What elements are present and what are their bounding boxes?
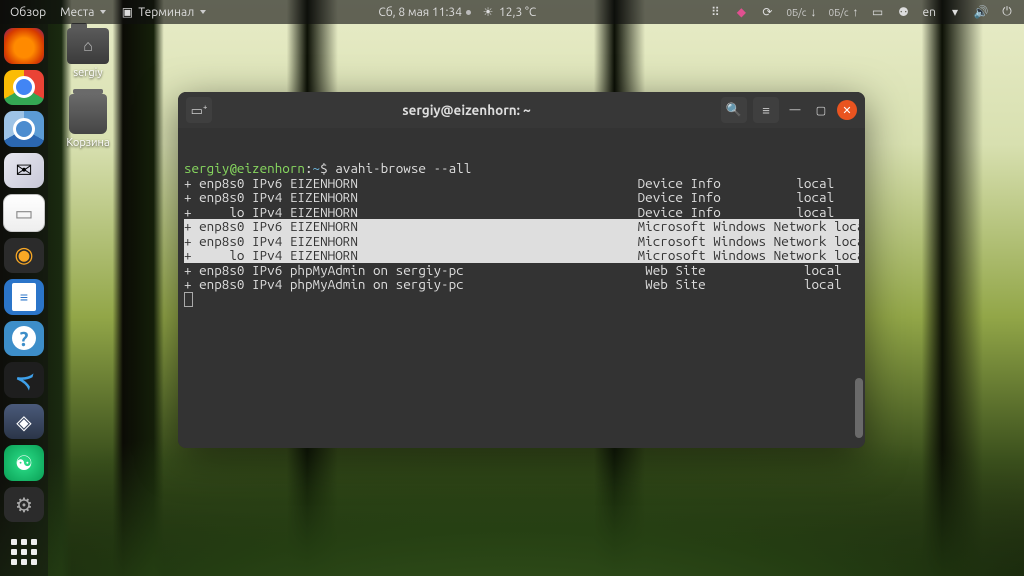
weather-icon: ☀	[481, 5, 495, 19]
terminal-titlebar[interactable]: ▭⁺ sergiy@eizenhorn: ~ 🔍 ≡ — ▢ ✕	[178, 92, 865, 128]
home-folder-icon[interactable]: ⌂ sergiy	[56, 28, 120, 80]
terminal-body[interactable]: sergiy@eizenhorn:~$ avahi-browse --all+ …	[178, 128, 865, 448]
arrow-down-icon: ↓	[810, 5, 816, 19]
output-line: + enp8s0 IPv4 EIZENHORN Device Info loca…	[184, 190, 859, 205]
indicator-pink-icon[interactable]: ◆	[734, 5, 748, 19]
dock-app-vscode[interactable]: ≺	[4, 362, 44, 398]
new-tab-button[interactable]: ▭⁺	[186, 97, 212, 123]
dock-app-chrome[interactable]	[4, 70, 44, 106]
output-line: + enp8s0 IPv4 phpMyAdmin on sergiy-pc We…	[184, 277, 859, 292]
dock-app-firefox[interactable]	[4, 28, 44, 64]
wifi-icon[interactable]: ▾	[948, 5, 962, 19]
home-glyph-icon: ⌂	[67, 28, 109, 64]
dock: ✉ ▭ ◉ ≡ ? ≺ ◈ ☯ ⚙	[0, 24, 48, 576]
desktop-icons: ⌂ sergiy Корзина	[56, 28, 120, 150]
vscode-icon: ≺	[12, 365, 37, 395]
dock-app-writer[interactable]: ≡	[4, 279, 44, 315]
close-icon: ✕	[842, 104, 851, 117]
places-menu[interactable]: Места	[60, 6, 106, 19]
weather-indicator[interactable]: ☀ 12,3 °C	[481, 5, 536, 19]
datetime-label: Сб, 8 мая 11:34	[378, 6, 462, 19]
maximize-button[interactable]: ▢	[811, 100, 831, 120]
dock-app-rhythmbox[interactable]: ◉	[4, 238, 44, 274]
places-label: Места	[60, 6, 94, 19]
tab-plus-icon: ▭⁺	[191, 101, 208, 119]
dock-app-remote[interactable]: ☯	[4, 445, 44, 481]
dock-app-virtualbox[interactable]: ◈	[4, 404, 44, 440]
output-line: + lo IPv4 EIZENHORN Device Info local	[184, 205, 859, 220]
chevron-down-icon	[100, 10, 106, 14]
activities-button[interactable]: Обзор	[10, 6, 46, 19]
top-panel: Обзор Места ▣ Терминал Сб, 8 мая 11:34 ☀…	[0, 0, 1024, 24]
prompt-sep: :	[305, 160, 313, 176]
scrollbar-thumb[interactable]	[855, 378, 863, 438]
folder-icon: ▭	[15, 201, 34, 225]
prompt-user: sergiy@eizenhorn	[184, 160, 305, 176]
keyboard-layout[interactable]: en	[923, 6, 936, 19]
steam-icon: ⚙	[15, 493, 33, 517]
prompt-path: ~	[313, 160, 321, 176]
home-folder-label: sergiy	[69, 66, 106, 80]
folder-icon: ⌂	[67, 28, 109, 64]
clipboard-icon[interactable]: ▭	[871, 5, 885, 19]
output-line: + enp8s0 IPv6 EIZENHORN Device Info loca…	[184, 176, 859, 191]
cursor-line	[184, 292, 859, 307]
cube-icon: ◈	[16, 410, 31, 434]
net-down-indicator[interactable]: 0Б/с ↓	[786, 5, 816, 19]
power-icon[interactable]: ⏻	[1000, 5, 1014, 19]
minimize-button[interactable]: —	[785, 100, 805, 120]
weather-label: 12,3 °C	[499, 6, 536, 19]
dock-app-chromium[interactable]	[4, 111, 44, 147]
dock-app-files[interactable]: ▭	[3, 194, 45, 232]
terminal-menu-label: Терминал	[138, 6, 194, 19]
clock[interactable]: Сб, 8 мая 11:34	[378, 6, 471, 19]
net-up-indicator[interactable]: 0Б/с ↑	[828, 5, 858, 19]
terminal-window: ▭⁺ sergiy@eizenhorn: ~ 🔍 ≡ — ▢ ✕ sergiy@…	[178, 92, 865, 448]
notification-dot-icon	[466, 10, 471, 15]
volume-icon[interactable]: 🔊	[974, 5, 988, 19]
cursor-icon	[184, 292, 193, 307]
maximize-icon: ▢	[816, 104, 826, 117]
dock-app-steam[interactable]: ⚙	[4, 487, 44, 523]
terminal-icon: ▣	[120, 5, 134, 19]
trash-icon[interactable]: Корзина	[56, 94, 120, 150]
question-icon: ?	[12, 326, 36, 350]
output-line: + enp8s0 IPv4 EIZENHORN Microsoft Window…	[184, 234, 859, 249]
hamburger-icon: ≡	[762, 103, 770, 118]
sync-icon[interactable]: ⟳	[760, 5, 774, 19]
terminal-title: sergiy@eizenhorn: ~	[218, 102, 715, 118]
close-button[interactable]: ✕	[837, 100, 857, 120]
menu-button[interactable]: ≡	[753, 97, 779, 123]
output-line: + lo IPv4 EIZENHORN Microsoft Windows Ne…	[184, 248, 859, 263]
output-line: + enp8s0 IPv6 phpMyAdmin on sergiy-pc We…	[184, 263, 859, 278]
prompt-end: $	[320, 160, 335, 176]
dock-app-mail[interactable]: ✉	[4, 153, 44, 189]
arrow-up-icon: ↑	[853, 5, 859, 19]
terminal-app-menu[interactable]: ▣ Терминал	[120, 5, 206, 19]
search-button[interactable]: 🔍	[721, 97, 747, 123]
document-icon: ≡	[12, 283, 36, 311]
command-text: avahi-browse --all	[335, 160, 471, 176]
envelope-icon: ✉	[16, 158, 33, 182]
trash-bin-icon	[69, 94, 107, 134]
speaker-icon: ◉	[14, 242, 33, 268]
net-down-label: 0Б/с	[786, 7, 806, 18]
output-line: + enp8s0 IPv6 EIZENHORN Microsoft Window…	[184, 219, 859, 234]
accessibility-icon[interactable]: ⚉	[897, 5, 911, 19]
prompt-line: sergiy@eizenhorn:~$ avahi-browse --all	[184, 161, 859, 176]
show-applications-button[interactable]	[4, 534, 44, 570]
minimize-icon: —	[790, 104, 801, 116]
extension-icon[interactable]: ⠿	[708, 5, 722, 19]
net-up-label: 0Б/с	[828, 7, 848, 18]
swirl-icon: ☯	[15, 451, 33, 475]
search-icon: 🔍	[726, 103, 742, 118]
trash-label: Корзина	[62, 136, 113, 150]
dock-app-help[interactable]: ?	[4, 321, 44, 357]
